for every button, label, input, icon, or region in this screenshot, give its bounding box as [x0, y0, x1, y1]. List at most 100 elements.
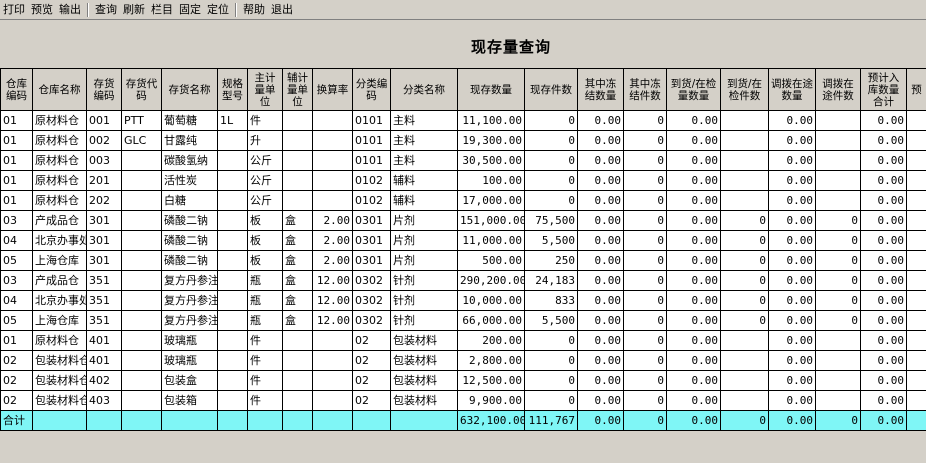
table-cell[interactable]: 0.00 — [860, 370, 907, 391]
column-header[interactable]: 到货/在检件数 — [720, 68, 769, 111]
table-cell[interactable]: 0 — [524, 130, 578, 151]
table-cell[interactable] — [32, 410, 87, 431]
table-cell[interactable]: 复方丹参注射液 — [161, 310, 218, 331]
table-cell[interactable]: 辅料 — [390, 190, 458, 211]
table-cell[interactable]: 0 — [623, 290, 667, 311]
table-cell[interactable]: 0102 — [352, 170, 391, 191]
table-cell[interactable]: 盒 — [282, 230, 313, 251]
table-cell[interactable]: 0 — [623, 370, 667, 391]
table-cell[interactable] — [720, 390, 769, 411]
table-cell[interactable]: 0101 — [352, 110, 391, 131]
table-cell[interactable]: 12.00 — [312, 310, 353, 331]
table-cell[interactable]: 202 — [86, 190, 122, 211]
table-cell[interactable]: 01 — [0, 170, 33, 191]
table-cell[interactable]: 0.00 — [577, 270, 624, 291]
table-cell[interactable] — [906, 350, 926, 371]
column-header[interactable]: 存货代码 — [121, 68, 162, 111]
table-cell[interactable]: 0.00 — [666, 110, 721, 131]
table-cell[interactable] — [720, 370, 769, 391]
table-cell[interactable] — [720, 130, 769, 151]
table-cell[interactable] — [906, 290, 926, 311]
table-cell[interactable]: 0 — [623, 330, 667, 351]
table-cell[interactable]: 0 — [720, 290, 769, 311]
table-cell[interactable] — [217, 250, 248, 271]
table-cell[interactable] — [906, 150, 926, 171]
table-cell[interactable]: 0 — [815, 250, 861, 271]
table-cell[interactable]: 北京办事处仓库 — [32, 230, 87, 251]
table-cell[interactable]: PTT — [121, 110, 162, 131]
table-cell[interactable]: 碳酸氢纳 — [161, 150, 218, 171]
table-cell[interactable]: 包装材料仓 — [32, 370, 87, 391]
table-cell[interactable]: 02 — [352, 330, 391, 351]
table-cell[interactable]: 0 — [720, 230, 769, 251]
table-cell[interactable]: 0.00 — [860, 170, 907, 191]
table-cell[interactable] — [906, 310, 926, 331]
table-row[interactable]: 02 包装材料仓 401 玻璃瓶件 02 包装材料 2,800.00 0 0.00 0 0.00 0.… — [0, 350, 926, 371]
table-cell[interactable] — [247, 410, 283, 431]
table-cell[interactable] — [906, 330, 926, 351]
table-cell[interactable]: 片剂 — [390, 210, 458, 231]
table-cell[interactable]: 0.00 — [768, 210, 816, 231]
column-header[interactable]: 预 — [906, 68, 926, 111]
table-cell[interactable] — [312, 130, 353, 151]
table-cell[interactable]: 0.00 — [768, 110, 816, 131]
table-cell[interactable]: 0 — [524, 110, 578, 131]
table-cell[interactable]: 301 — [86, 250, 122, 271]
table-cell[interactable]: 盒 — [282, 290, 313, 311]
table-cell[interactable] — [906, 390, 926, 411]
table-cell[interactable]: 0.00 — [860, 210, 907, 231]
table-cell[interactable]: 0.00 — [860, 270, 907, 291]
column-header[interactable]: 分类编码 — [352, 68, 391, 111]
table-cell[interactable]: 01 — [0, 150, 33, 171]
table-cell[interactable]: 151,000.00 — [457, 210, 525, 231]
table-cell[interactable]: 0302 — [352, 290, 391, 311]
table-cell[interactable]: 0.00 — [577, 130, 624, 151]
table-cell[interactable] — [121, 310, 162, 331]
table-cell[interactable]: 632,100.00 — [457, 410, 525, 431]
table-cell[interactable]: 04 — [0, 290, 33, 311]
table-cell[interactable]: 主料 — [390, 130, 458, 151]
table-cell[interactable]: 12.00 — [312, 290, 353, 311]
table-cell[interactable] — [217, 350, 248, 371]
exit-button[interactable]: 退出 — [268, 2, 296, 18]
table-cell[interactable]: 0.00 — [666, 230, 721, 251]
table-cell[interactable]: 公斤 — [247, 190, 283, 211]
table-cell[interactable]: 磷酸二钠 — [161, 210, 218, 231]
table-cell[interactable]: 10,000.00 — [457, 290, 525, 311]
table-cell[interactable] — [352, 410, 391, 431]
table-cell[interactable] — [121, 230, 162, 251]
table-cell[interactable]: 针剂 — [390, 310, 458, 331]
table-row[interactable]: 01 原材料仓 001 PTT 葡萄糖 1L 件 0101 主料 11,100.00 0 0.00 0 0… — [0, 110, 926, 131]
table-cell[interactable]: 301 — [86, 210, 122, 231]
table-cell[interactable] — [217, 150, 248, 171]
table-cell[interactable]: 0.00 — [577, 210, 624, 231]
table-cell[interactable]: 001 — [86, 110, 122, 131]
table-cell[interactable]: 合计 — [0, 410, 33, 431]
table-cell[interactable]: 5,500 — [524, 230, 578, 251]
table-cell[interactable]: 0.00 — [860, 250, 907, 271]
table-cell[interactable] — [906, 270, 926, 291]
table-cell[interactable] — [906, 110, 926, 131]
refresh-button[interactable]: 刷新 — [120, 2, 148, 18]
table-cell[interactable] — [161, 410, 218, 431]
table-cell[interactable] — [121, 370, 162, 391]
table-row[interactable]: 05上海仓库351 复方丹参注射液 瓶盒12.000302针剂66,000.005,… — [0, 310, 926, 331]
table-cell[interactable] — [282, 390, 313, 411]
table-cell[interactable]: 0 — [623, 190, 667, 211]
table-cell[interactable] — [121, 330, 162, 351]
table-cell[interactable]: 针剂 — [390, 270, 458, 291]
table-cell[interactable]: 02 — [352, 390, 391, 411]
table-cell[interactable] — [906, 410, 926, 431]
table-cell[interactable]: 351 — [86, 270, 122, 291]
table-cell[interactable]: 0.00 — [860, 350, 907, 371]
table-cell[interactable]: 02 — [0, 350, 33, 371]
table-cell[interactable] — [312, 170, 353, 191]
table-cell[interactable]: 403 — [86, 390, 122, 411]
table-cell[interactable] — [312, 370, 353, 391]
column-header[interactable]: 仓库编码 — [0, 68, 33, 111]
table-cell[interactable] — [906, 190, 926, 211]
table-cell[interactable]: 升 — [247, 130, 283, 151]
table-cell[interactable]: 0102 — [352, 190, 391, 211]
table-cell[interactable] — [312, 110, 353, 131]
table-cell[interactable]: 0.00 — [577, 310, 624, 331]
